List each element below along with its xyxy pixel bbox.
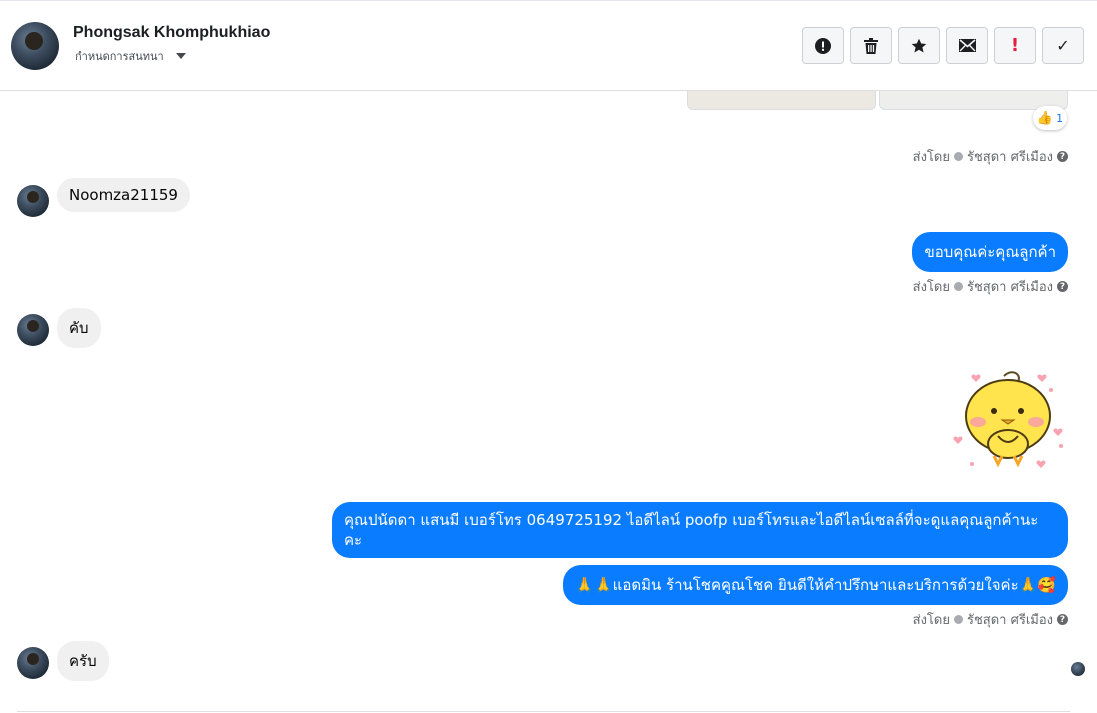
help-icon[interactable]: ? xyxy=(1057,281,1068,292)
thumbs-up-icon: 👍 xyxy=(1036,110,1054,126)
incoming-message: Noomza21159 xyxy=(57,178,190,212)
done-button[interactable]: ✓ xyxy=(1042,27,1084,64)
conversation-actions: ! ✓ xyxy=(802,27,1084,64)
trash-icon xyxy=(864,37,878,54)
sent-by-info: ส่งโดย รัชสุดา ศรีเมือง ? xyxy=(913,146,1068,167)
assign-label: กำหนดการสนทนา xyxy=(75,50,164,63)
mark-spam-button[interactable] xyxy=(802,27,844,64)
customer-avatar[interactable] xyxy=(17,647,49,679)
conversation-header: Phongsak Khomphukhiao กำหนดการสนทนา ! ✓ xyxy=(0,1,1097,91)
caret-down-icon xyxy=(175,53,186,59)
alert-circle-icon xyxy=(815,37,831,54)
incoming-message: คับ xyxy=(57,308,101,348)
sent-by-info: ส่งโดย รัชสุดา ศรีเมือง ? xyxy=(913,609,1068,630)
contact-name[interactable]: Phongsak Khomphukhiao xyxy=(73,24,270,42)
help-icon[interactable]: ? xyxy=(1057,614,1068,625)
check-icon: ✓ xyxy=(1056,36,1070,55)
agent-name[interactable]: รัชสุดา ศรีเมือง xyxy=(967,146,1053,167)
envelope-icon xyxy=(958,39,976,52)
incoming-message: ครับ xyxy=(57,641,109,681)
exclamation-icon: ! xyxy=(1010,35,1020,56)
yellow-chick-sticker xyxy=(948,366,1068,474)
help-icon[interactable]: ? xyxy=(1057,151,1068,162)
agent-name[interactable]: รัชสุดา ศรีเมือง xyxy=(967,276,1053,297)
outgoing-message: คุณปนัดดา แสนมี เบอร์โทร 0649725192 ไอดี… xyxy=(332,502,1068,558)
composer-divider xyxy=(17,711,1070,712)
contact-avatar[interactable] xyxy=(11,22,59,70)
shared-image[interactable] xyxy=(687,91,876,110)
delete-button[interactable] xyxy=(850,27,892,64)
follow-up-button[interactable]: ! xyxy=(994,27,1036,64)
sent-by-info: ส่งโดย รัชสุดา ศรีเมือง ? xyxy=(913,276,1068,297)
sent-by-label: ส่งโดย xyxy=(912,280,950,295)
outgoing-message: ขอบคุณค่ะคุณลูกค้า xyxy=(912,232,1068,272)
outgoing-message: 🙏🙏แอดมิน ร้านโชคคูณโชค ยินดีให้คำปรึกษาแ… xyxy=(563,565,1068,605)
agent-status-icon xyxy=(953,615,963,624)
customer-avatar[interactable] xyxy=(17,314,49,346)
assign-conversation-dropdown[interactable]: กำหนดการสนทนา xyxy=(75,47,186,65)
sent-by-label: ส่งโดย xyxy=(912,613,950,628)
star-icon xyxy=(911,38,927,52)
star-button[interactable] xyxy=(898,27,940,64)
reaction-count: 1 xyxy=(1056,111,1064,125)
customer-avatar[interactable] xyxy=(17,185,49,217)
agent-status-icon xyxy=(953,152,963,161)
agent-status-icon xyxy=(953,282,963,291)
reaction-badge[interactable]: 👍 1 xyxy=(1033,106,1067,130)
agent-name[interactable]: รัชสุดา ศรีเมือง xyxy=(967,609,1053,630)
seen-indicator-avatar xyxy=(1071,662,1085,676)
mark-unread-button[interactable] xyxy=(946,27,988,64)
sent-by-label: ส่งโดย xyxy=(912,150,950,165)
